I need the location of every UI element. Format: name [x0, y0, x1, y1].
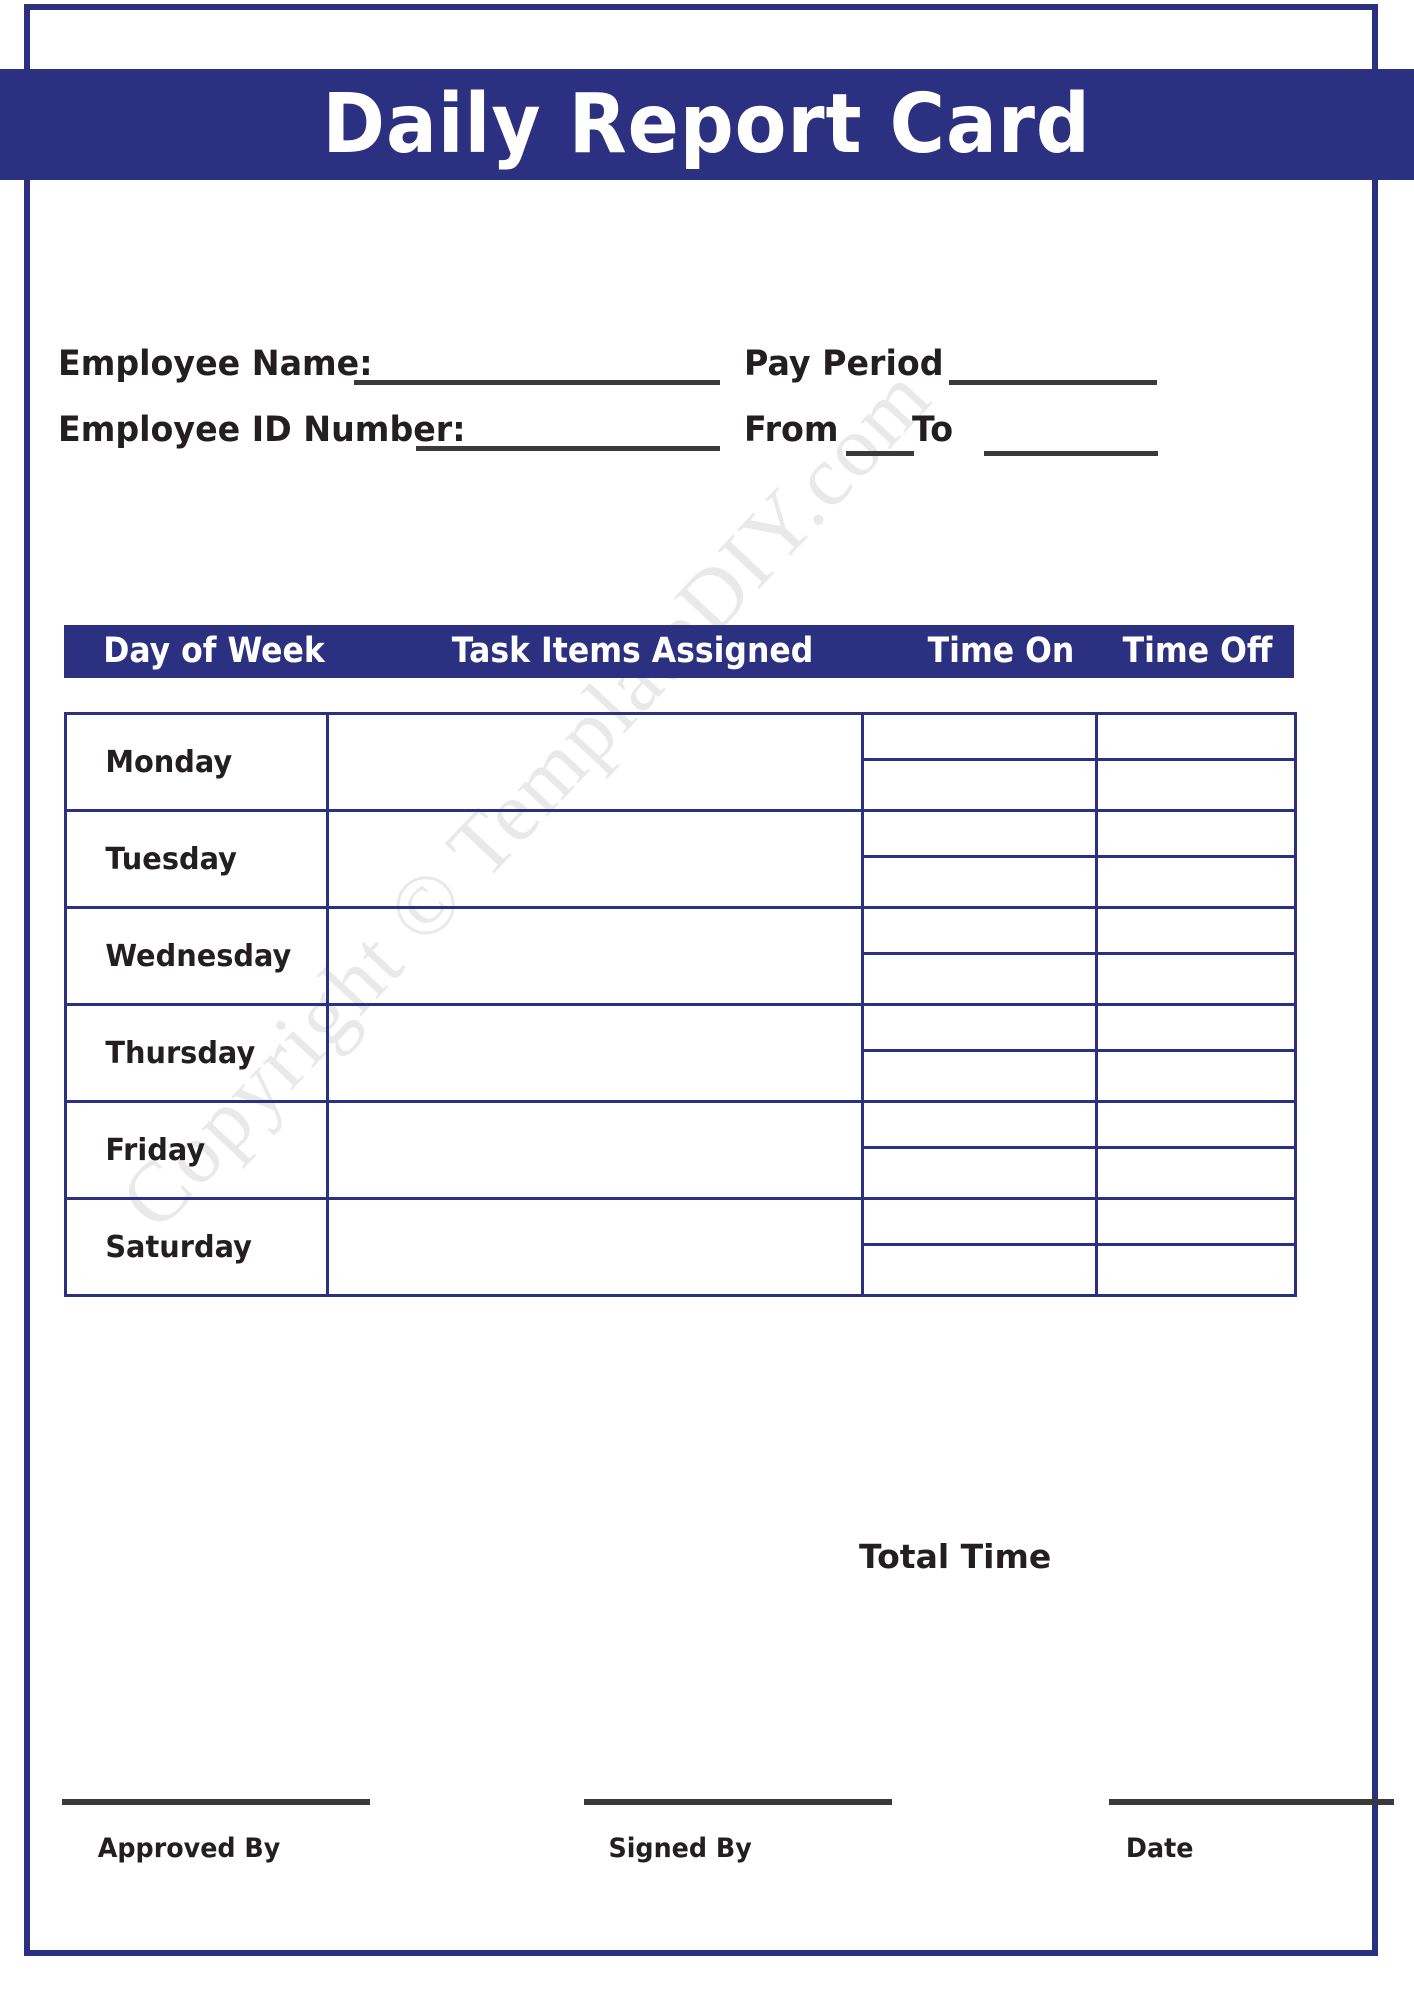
table-row: Wednesday	[66, 906, 1297, 1006]
signed-by-label: Signed By	[608, 1833, 752, 1864]
employee-id-field[interactable]	[416, 446, 720, 451]
column-header-task-items-assigned: Task Items Assigned	[451, 631, 814, 671]
signed-by-field[interactable]	[584, 1799, 892, 1805]
date-field[interactable]	[1109, 1799, 1394, 1805]
date-label: Date	[1125, 1833, 1194, 1864]
time-on-saturday-slot-1[interactable]	[864, 1202, 1095, 1246]
time-off-monday-slot-1[interactable]	[1098, 717, 1294, 761]
pay-period-field[interactable]	[949, 380, 1157, 385]
approved-by-label: Approved By	[97, 1833, 281, 1864]
form-content: Employee Name: Pay Period Employee ID Nu…	[24, 4, 1394, 1956]
time-off-cell-thursday[interactable]	[1095, 1003, 1297, 1103]
time-off-saturday-slot-2[interactable]	[1098, 1246, 1294, 1293]
time-on-thursday-slot-1[interactable]	[864, 1008, 1095, 1052]
time-on-friday-slot-2[interactable]	[864, 1149, 1095, 1196]
time-off-wednesday-slot-1[interactable]	[1098, 911, 1294, 955]
time-off-cell-tuesday[interactable]	[1095, 809, 1297, 909]
to-label: To	[912, 410, 954, 450]
table-body: Monday Tuesday Wednesday Thursday Friday…	[66, 712, 1297, 1297]
employee-info-row-2: Employee ID Number: From To	[24, 410, 1378, 460]
employee-name-label: Employee Name:	[58, 344, 373, 384]
time-off-monday-slot-2[interactable]	[1098, 761, 1294, 808]
time-off-thursday-slot-1[interactable]	[1098, 1008, 1294, 1052]
table-row: Monday	[66, 712, 1297, 812]
total-time-label: Total Time	[859, 1537, 1052, 1576]
time-on-thursday-slot-2[interactable]	[864, 1052, 1095, 1099]
date-group: Date	[1109, 1799, 1394, 1864]
time-on-cell-saturday[interactable]	[861, 1197, 1098, 1297]
time-off-cell-saturday[interactable]	[1095, 1197, 1297, 1297]
day-label-friday: Friday	[69, 1100, 324, 1200]
from-label: From	[744, 410, 839, 450]
day-label-thursday: Thursday	[69, 1003, 324, 1103]
approved-by-field[interactable]	[62, 1799, 370, 1805]
table-row: Thursday	[66, 1003, 1297, 1103]
time-off-tuesday-slot-2[interactable]	[1098, 858, 1294, 905]
pay-period-label: Pay Period	[744, 344, 944, 384]
time-off-cell-wednesday[interactable]	[1095, 906, 1297, 1006]
day-label-tuesday: Tuesday	[69, 809, 324, 909]
from-date-field[interactable]	[846, 451, 914, 456]
table-row: Tuesday	[66, 809, 1297, 909]
time-on-friday-slot-1[interactable]	[864, 1105, 1095, 1149]
time-off-thursday-slot-2[interactable]	[1098, 1052, 1294, 1099]
time-on-tuesday-slot-2[interactable]	[864, 858, 1095, 905]
time-on-cell-monday[interactable]	[861, 712, 1098, 812]
table-row: Friday	[66, 1100, 1297, 1200]
time-on-wednesday-slot-2[interactable]	[864, 955, 1095, 1002]
task-cell-tuesday[interactable]	[326, 809, 864, 909]
employee-name-field[interactable]	[354, 380, 720, 385]
signed-by-group: Signed By	[584, 1799, 892, 1864]
day-label-wednesday: Wednesday	[69, 906, 324, 1006]
time-off-friday-slot-1[interactable]	[1098, 1105, 1294, 1149]
task-cell-friday[interactable]	[326, 1100, 864, 1200]
day-label-saturday: Saturday	[69, 1197, 324, 1297]
time-off-cell-monday[interactable]	[1095, 712, 1297, 812]
time-off-cell-friday[interactable]	[1095, 1100, 1297, 1200]
column-header-time-off: Time Off	[1122, 631, 1273, 671]
task-cell-monday[interactable]	[326, 712, 864, 812]
signature-block: Approved By Signed By Date	[24, 1799, 1394, 1909]
task-cell-saturday[interactable]	[326, 1197, 864, 1297]
time-off-friday-slot-2[interactable]	[1098, 1149, 1294, 1196]
time-on-cell-friday[interactable]	[861, 1100, 1098, 1200]
time-off-tuesday-slot-1[interactable]	[1098, 814, 1294, 858]
table-header-band: Day of Week Task Items Assigned Time On …	[64, 625, 1294, 678]
column-header-time-on: Time On	[927, 631, 1075, 671]
time-on-cell-wednesday[interactable]	[861, 906, 1098, 1006]
day-label-monday: Monday	[69, 712, 324, 812]
task-cell-wednesday[interactable]	[326, 906, 864, 1006]
time-on-cell-thursday[interactable]	[861, 1003, 1098, 1103]
column-header-day-of-week: Day of Week	[103, 631, 325, 671]
time-on-monday-slot-2[interactable]	[864, 761, 1095, 808]
time-off-saturday-slot-1[interactable]	[1098, 1202, 1294, 1246]
employee-info-block: Employee Name: Pay Period Employee ID Nu…	[24, 344, 1378, 464]
time-on-saturday-slot-2[interactable]	[864, 1246, 1095, 1293]
daily-entries-table: Monday Tuesday Wednesday Thursday Friday…	[64, 712, 1297, 1297]
task-cell-thursday[interactable]	[326, 1003, 864, 1103]
time-on-tuesday-slot-1[interactable]	[864, 814, 1095, 858]
time-off-wednesday-slot-2[interactable]	[1098, 955, 1294, 1002]
employee-info-row-1: Employee Name: Pay Period	[24, 344, 1378, 394]
employee-id-label: Employee ID Number:	[58, 410, 466, 450]
approved-by-group: Approved By	[62, 1799, 370, 1864]
time-on-cell-tuesday[interactable]	[861, 809, 1098, 909]
time-on-monday-slot-1[interactable]	[864, 717, 1095, 761]
to-date-field[interactable]	[984, 451, 1158, 456]
time-on-wednesday-slot-1[interactable]	[864, 911, 1095, 955]
table-row: Saturday	[66, 1197, 1297, 1297]
